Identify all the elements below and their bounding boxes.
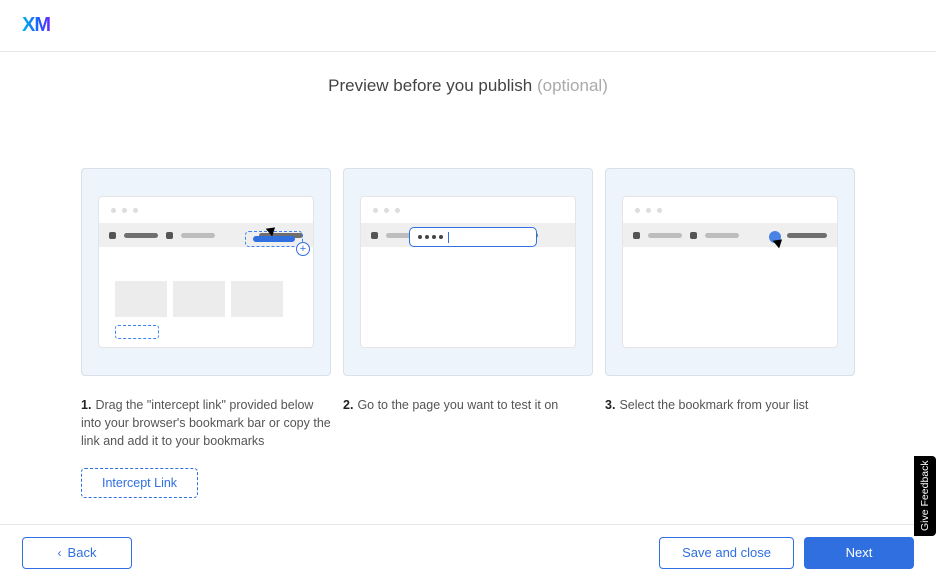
drag-bookmark-illustration: + <box>245 231 303 247</box>
next-button[interactable]: Next <box>804 537 914 569</box>
bookmark-dot-illustration <box>769 231 781 243</box>
browser-mock-2 <box>360 196 576 348</box>
dashed-placeholder <box>115 325 159 339</box>
step-2-card <box>343 168 593 376</box>
step-2-num: 2. <box>343 398 353 412</box>
step-3: 3. Select the bookmark from your list <box>605 168 855 498</box>
step-1-num: 1. <box>81 398 91 412</box>
page-title: Preview before you publish (optional) <box>0 76 936 96</box>
footer: ‹ Back Save and close Next <box>0 524 936 580</box>
step-3-caption: 3. Select the bookmark from your list <box>605 396 855 414</box>
url-input-illustration <box>409 227 537 247</box>
plus-icon: + <box>296 242 310 256</box>
intercept-link-button[interactable]: Intercept Link <box>81 468 198 498</box>
step-1-text: Drag the "intercept link" provided below… <box>81 398 331 448</box>
browser-mock-1: + <box>98 196 314 348</box>
step-1-card: + <box>81 168 331 376</box>
title-text: Preview before you publish <box>328 76 532 95</box>
step-2: 2. Go to the page you want to test it on <box>343 168 593 498</box>
step-2-text: Go to the page you want to test it on <box>357 398 558 412</box>
step-1-caption: 1.Drag the "intercept link" provided bel… <box>81 396 331 450</box>
step-2-caption: 2. Go to the page you want to test it on <box>343 396 593 414</box>
logo: XM <box>22 14 50 37</box>
step-1: + 1.Drag the "intercept link" provided b… <box>81 168 331 498</box>
step-3-card <box>605 168 855 376</box>
chevron-left-icon: ‹ <box>58 546 62 560</box>
browser-mock-3 <box>622 196 838 348</box>
title-optional: (optional) <box>537 76 608 95</box>
step-3-text: Select the bookmark from your list <box>619 398 808 412</box>
back-label: Back <box>68 545 97 560</box>
back-button[interactable]: ‹ Back <box>22 537 132 569</box>
step-3-num: 3. <box>605 398 615 412</box>
save-and-close-button[interactable]: Save and close <box>659 537 794 569</box>
topbar: XM <box>0 0 936 52</box>
steps-row: + 1.Drag the "intercept link" provided b… <box>0 168 936 498</box>
give-feedback-tab[interactable]: Give Feedback <box>914 456 936 536</box>
